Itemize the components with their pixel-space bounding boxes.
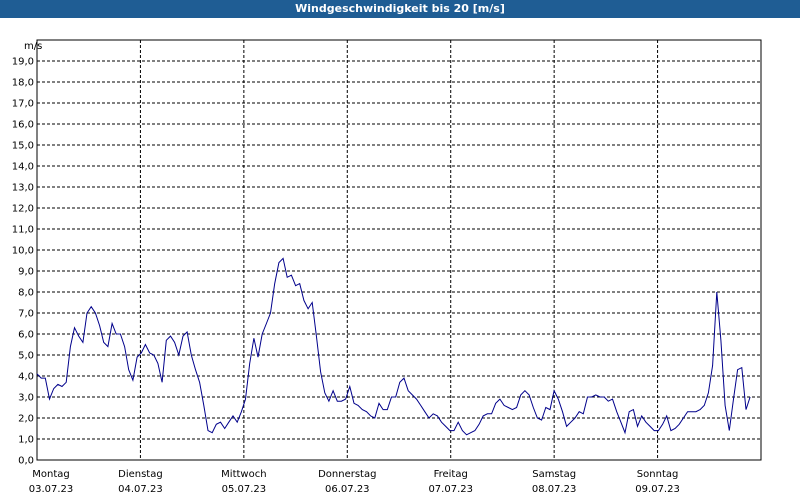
x-tick-day-label: Sonntag [637, 469, 679, 480]
x-tick-day-label: Mittwoch [221, 469, 266, 480]
y-tick-label: 18,0 [12, 78, 34, 89]
y-axis-label: m/s [24, 41, 42, 52]
y-tick-label: 12,0 [12, 204, 34, 215]
y-tick-label: 2,0 [18, 414, 34, 425]
y-tick-label: 5,0 [18, 351, 34, 362]
y-tick-label: 14,0 [12, 162, 34, 173]
x-tick-day-label: Montag [32, 469, 69, 480]
x-tick-day-label: Freitag [434, 469, 468, 480]
y-axis-ticks: 0,0 1,0 2,0 3,0 4,0 5,0 6,0 7,0 8,0 9,0 10,0 11,0 12… [12, 57, 34, 467]
y-tick-label: 11,0 [12, 225, 34, 236]
x-tick-date-label: 04.07.23 [118, 484, 163, 495]
y-tick-label: 1,0 [18, 435, 34, 446]
y-tick-label: 9,0 [18, 267, 34, 278]
y-tick-label: 17,0 [12, 99, 34, 110]
x-tick-day-label: Donnerstag [318, 469, 376, 480]
y-tick-label: 13,0 [12, 183, 34, 194]
x-tick-date-label: 07.07.23 [428, 484, 473, 495]
wind-speed-chart: 0,0 1,0 2,0 3,0 4,0 5,0 6,0 7,0 8,0 9,0 10,0 11,0 12… [12, 39, 762, 495]
x-tick-date-label: 09.07.23 [635, 484, 680, 495]
y-tick-label: 10,0 [12, 246, 34, 257]
y-tick-label: 4,0 [18, 372, 34, 383]
y-tick-label: 8,0 [18, 288, 34, 299]
y-tick-label: 19,0 [12, 57, 34, 68]
x-tick-day-label: Samstag [532, 469, 576, 480]
x-tick-date-label: 05.07.23 [222, 484, 267, 495]
y-tick-label: 6,0 [18, 330, 34, 341]
x-tick-date-label: 08.07.23 [532, 484, 577, 495]
y-tick-label: 3,0 [18, 393, 34, 404]
x-axis-ticks: Montag 03.07.23 Dienstag 04.07.23 Mittwoch 05… [29, 469, 680, 495]
x-tick-date-label: 03.07.23 [29, 484, 74, 495]
y-tick-label: 0,0 [18, 456, 34, 467]
x-tick-date-label: 06.07.23 [325, 484, 370, 495]
y-tick-label: 7,0 [18, 309, 34, 320]
x-tick-day-label: Dienstag [118, 469, 163, 480]
y-tick-label: 15,0 [12, 141, 34, 152]
y-tick-label: 16,0 [12, 120, 34, 131]
